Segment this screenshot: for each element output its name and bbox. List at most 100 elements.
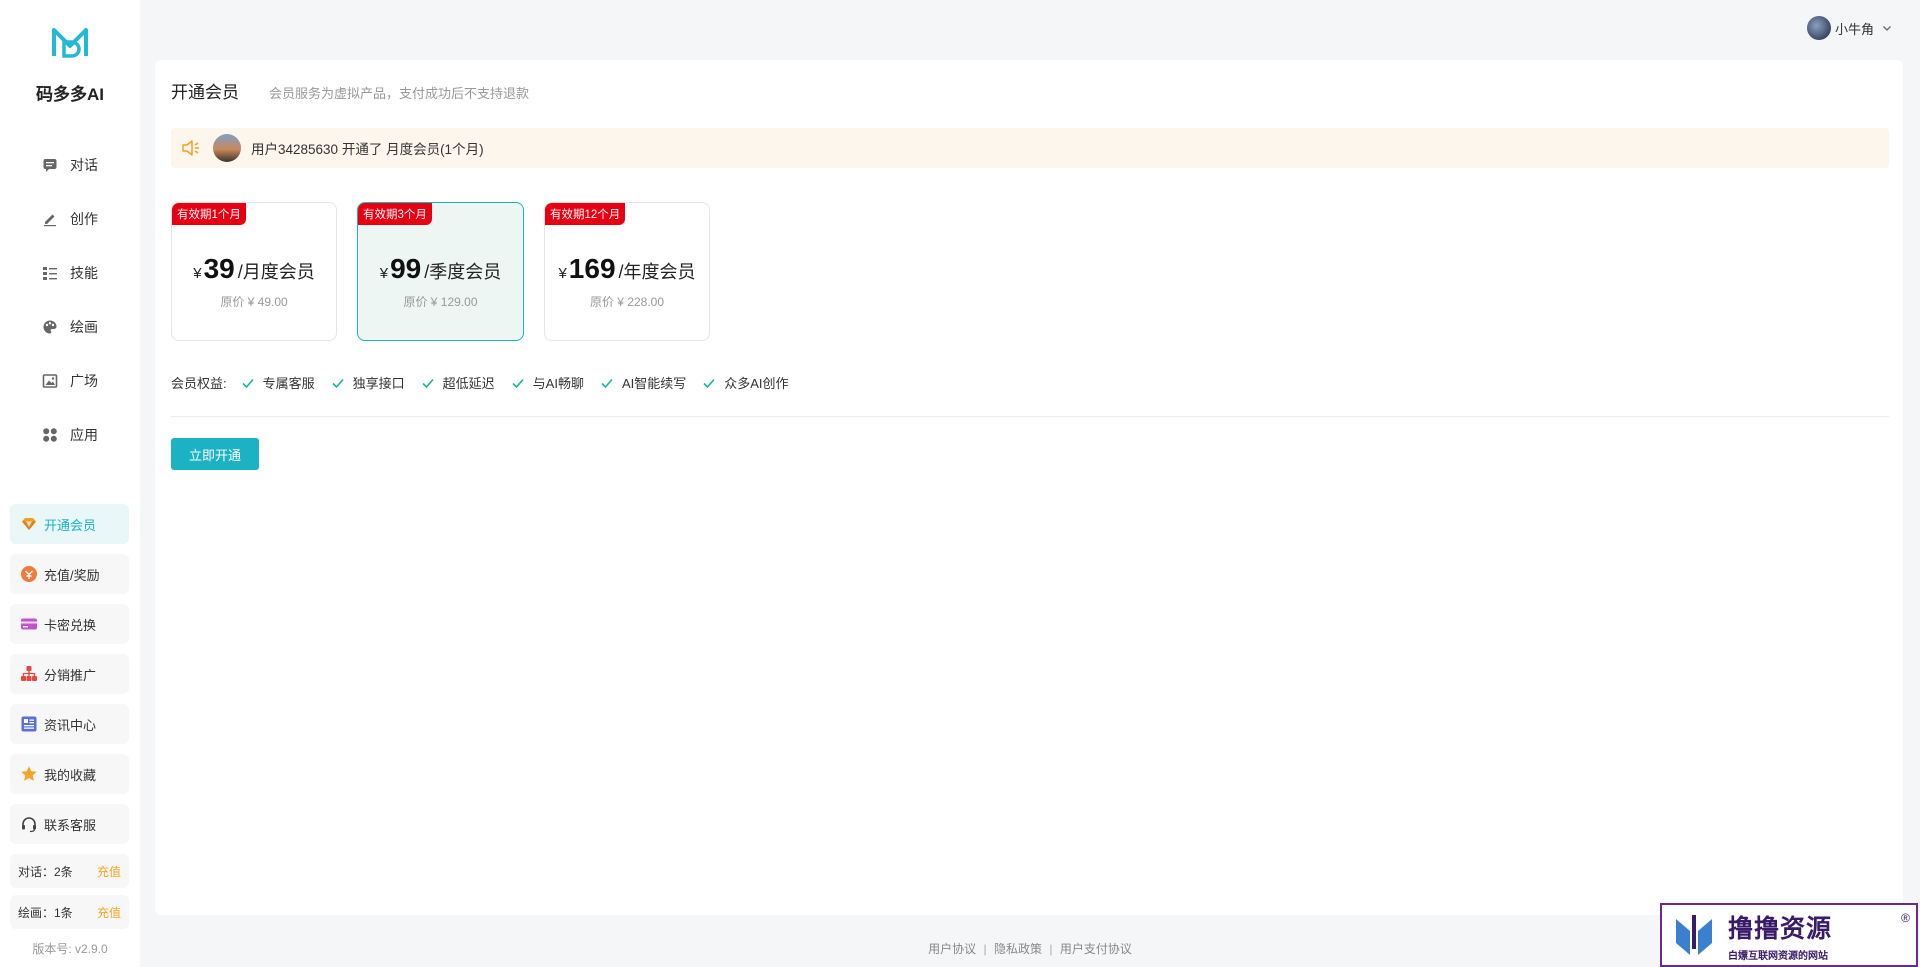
side-button-label: 我的收藏 (44, 767, 97, 783)
benefit-item: AI智能续写 (600, 373, 686, 392)
nav-item-draw[interactable]: 绘画 (0, 300, 140, 354)
chat-quota: 对话：2条 充值 (10, 854, 129, 888)
check-icon (242, 378, 254, 388)
chat-icon (42, 157, 58, 173)
page-title: 开通会员 (171, 83, 239, 102)
brand-logo-icon[interactable] (50, 22, 90, 62)
nav-item-skills[interactable]: 技能 (0, 246, 140, 300)
membership-panel: 开通会员 会员服务为虚拟产品，支付成功后不支持退款 用户34285630 开通了… (155, 60, 1903, 915)
side-button-label: 开通会员 (44, 517, 97, 533)
plan-original-price: 原价 ¥ 49.00 (220, 295, 288, 309)
draw-quota-label: 绘画：1条 (18, 905, 73, 920)
check-icon (703, 378, 715, 388)
plan-price-row: ¥ 169 /年度会员 (545, 253, 709, 285)
footer-links: 用户协议 | 隐私政策 | 用户支付协议 (140, 940, 1920, 957)
plan-validity-tag: 有效期3个月 (358, 203, 432, 225)
nav-label: 应用 (70, 427, 98, 443)
plan-currency: ¥ (193, 265, 202, 282)
check-icon (422, 378, 434, 388)
plan-name: /月度会员 (237, 262, 315, 282)
footer-separator: | (1049, 942, 1053, 956)
benefits-label: 会员权益: (171, 376, 227, 391)
card-icon (20, 615, 38, 633)
plan-list: 有效期1个月 ¥ 39 /月度会员 原价 ¥ 49.00 有效期3个月 ¥ 99… (171, 202, 730, 341)
check-icon (512, 378, 524, 388)
side-button-label: 充值/奖励 (44, 567, 100, 583)
side-button-label: 卡密兑换 (44, 617, 97, 633)
side-button-membership[interactable]: 开通会员 (10, 504, 129, 544)
speaker-icon (182, 140, 199, 156)
benefit-item: 超低延迟 (421, 373, 495, 392)
plan-card-yearly[interactable]: 有效期12个月 ¥ 169 /年度会员 原价 ¥ 228.00 (544, 202, 710, 341)
nav-item-apps[interactable]: 应用 (0, 408, 140, 462)
plan-card-monthly[interactable]: 有效期1个月 ¥ 39 /月度会员 原价 ¥ 49.00 (171, 202, 337, 341)
benefit-label: 超低延迟 (442, 376, 495, 391)
plan-name: /年度会员 (618, 262, 696, 282)
watermark-text: 撸撸资源 白嫖互联网资源的网站 (1728, 909, 1832, 962)
divider (171, 416, 1889, 417)
headset-icon (20, 815, 38, 833)
brand-name: 码多多AI (36, 85, 104, 104)
apps-icon (42, 427, 58, 443)
side-button-recharge[interactable]: 充值/奖励 (10, 554, 129, 594)
user-menu[interactable]: 小牛角 (1806, 16, 1892, 40)
watermark-logo-icon (1676, 915, 1712, 955)
side-button-support[interactable]: 联系客服 (10, 804, 129, 844)
side-button-news[interactable]: 资讯中心 (10, 704, 129, 744)
watermark-subtitle: 白嫖互联网资源的网站 (1728, 950, 1828, 962)
avatar (1806, 16, 1831, 40)
plan-card-quarterly[interactable]: 有效期3个月 ¥ 99 /季度会员 原价 ¥ 129.00 (357, 202, 524, 341)
palette-icon (42, 319, 58, 335)
title-row: 开通会员 会员服务为虚拟产品，支付成功后不支持退款 (171, 78, 529, 103)
side-button-distribution[interactable]: 分销推广 (10, 654, 129, 694)
nav-label: 绘画 (70, 319, 98, 335)
benefit-label: 与AI畅聊 (532, 376, 584, 391)
chevron-down-icon (1883, 26, 1891, 31)
side-button-label: 联系客服 (44, 817, 97, 833)
notice-text: 用户34285630 开通了 月度会员(1个月) (251, 142, 484, 157)
footer-link-user-agreement[interactable]: 用户协议 (928, 942, 976, 956)
plan-original-price: 原价 ¥ 228.00 (589, 295, 665, 309)
nav-item-chat[interactable]: 对话 (0, 138, 140, 192)
plan-price: 39 (203, 253, 235, 284)
watermark: 撸撸资源 白嫖互联网资源的网站 ® (1660, 903, 1918, 967)
diamond-icon (20, 515, 38, 533)
nav-item-square[interactable]: 广场 (0, 354, 140, 408)
plan-currency: ¥ (558, 265, 567, 282)
plan-validity-tag: 有效期1个月 (172, 203, 246, 225)
network-icon (20, 665, 38, 683)
main-nav: 对话 创作 技能 绘画 广场 应用 (0, 138, 140, 462)
side-button-label: 资讯中心 (44, 717, 97, 733)
notice-avatar (213, 134, 241, 162)
plan-currency: ¥ (379, 265, 389, 282)
chat-quota-label: 对话：2条 (18, 864, 73, 879)
footer-link-privacy[interactable]: 隐私政策 (994, 942, 1042, 956)
benefit-item: 与AI畅聊 (511, 373, 584, 392)
footer-link-payment-agreement[interactable]: 用户支付协议 (1060, 942, 1132, 956)
subscribe-button[interactable]: 立即开通 (171, 438, 259, 470)
list-icon (42, 265, 58, 281)
side-actions: 开通会员 充值/奖励 卡密兑换 分销推广 资讯中心 我的收藏 联系客服 (10, 504, 129, 854)
plan-price: 169 (568, 253, 616, 284)
image-icon (42, 373, 58, 389)
username: 小牛角 (1834, 21, 1874, 37)
coin-icon (20, 565, 38, 583)
page-subtitle: 会员服务为虚拟产品，支付成功后不支持退款 (269, 86, 530, 101)
notice-bar: 用户34285630 开通了 月度会员(1个月) (171, 128, 1889, 168)
nav-label: 创作 (70, 211, 98, 227)
check-icon (601, 378, 613, 388)
nav-item-create[interactable]: 创作 (0, 192, 140, 246)
plan-original-price: 原价 ¥ 129.00 (403, 295, 478, 309)
plan-name: /季度会员 (424, 262, 502, 282)
pen-icon (42, 211, 58, 227)
plan-price-row: ¥ 39 /月度会员 (172, 253, 336, 285)
side-button-redeem[interactable]: 卡密兑换 (10, 604, 129, 644)
watermark-title: 撸撸资源 (1728, 914, 1833, 943)
benefit-item: 专属客服 (241, 373, 315, 392)
chat-recharge-link[interactable]: 充值 (97, 863, 121, 880)
draw-recharge-link[interactable]: 充值 (97, 904, 121, 921)
benefit-label: 独享接口 (352, 376, 405, 391)
side-button-favorites[interactable]: 我的收藏 (10, 754, 129, 794)
side-button-label: 分销推广 (44, 667, 97, 683)
news-icon (20, 715, 38, 733)
